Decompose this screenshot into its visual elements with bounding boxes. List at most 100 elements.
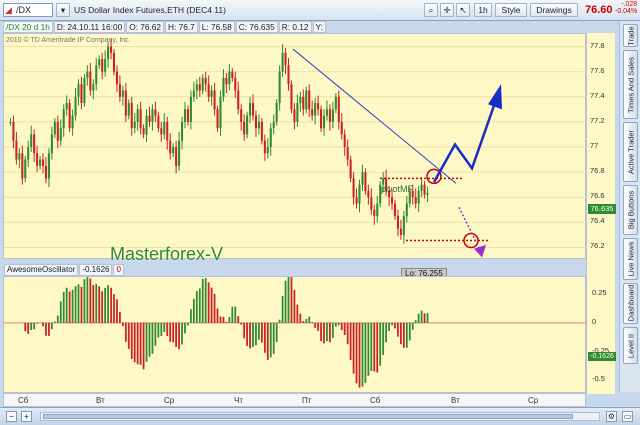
last-price: 76.60 [585,4,613,16]
info-extra: Y: [312,21,326,33]
price-axis-label: 76.6 [590,191,605,201]
symbol-input[interactable]: ◢ /DX [3,3,53,17]
candle-body [328,109,331,122]
candle-body [373,209,376,217]
sidebar-tab-label: Level II [626,333,635,358]
candle-body [145,115,148,135]
time-axis-label: Сб [18,396,29,405]
time-axis-label: Ср [528,396,539,405]
time-axis[interactable]: Сб Вт Ср Чт Пт Сб Вт Ср [3,393,586,407]
candle-body [175,147,178,166]
price-change: -.028 -0.04% [615,1,637,15]
candle-body [65,103,68,110]
drawings-button[interactable]: Drawings [530,3,578,17]
candle-body [74,96,77,116]
drawings-label: Drawings [536,5,572,15]
sidebar-tab-label: Big Buttons [626,190,635,230]
candle-body [127,103,130,116]
info-high: H: 76.7 [165,21,198,33]
oscillator-svg [4,277,587,388]
candle-body [50,134,53,154]
candle-body [228,71,231,85]
scrollbar-thumb[interactable] [43,414,573,419]
candle-body [287,65,290,85]
candle-body [222,77,225,97]
symbol-link-icon[interactable]: ◢ [5,4,12,16]
candle-body [367,190,370,198]
copyright-text: 2010 © TD Ameritrade IP Company, Inc. [6,37,131,44]
zoom-icon[interactable]: ⌕ [424,3,438,17]
oscillator-name[interactable]: AwesomeOscillator [4,264,79,276]
symbol-dropdown-button[interactable]: ▾ [56,3,70,17]
candle-body [269,128,272,147]
candle-body [115,71,118,85]
candle-body [192,90,195,97]
sidebar-tab-times-and-sales[interactable]: Times And Sales [623,50,638,119]
candle-body [402,216,405,235]
candle-body [296,103,299,122]
price-axis-label: 76.8 [590,166,605,176]
expand-icon[interactable]: ▭ [622,411,633,422]
candle-body [204,77,207,85]
candle-body [266,147,269,154]
candlestick-svg [4,39,587,258]
change-percent: -0.04% [615,8,638,15]
zoom-out-icon[interactable]: − [6,411,17,422]
sidebar-tab-label: Active Trader [626,129,635,174]
candle-body [399,228,402,235]
interval-button[interactable]: 1h [474,3,492,17]
candle-body [130,103,133,129]
oscillator-header: AwesomeOscillator -0.1626 0 [4,264,125,276]
settings-icon[interactable]: ⚙ [606,411,617,422]
sidebar-tab-big-buttons[interactable]: Big Buttons [623,184,638,236]
chart-title: /DX 20 d 1h [3,21,53,33]
watermark-text: Masterforex-V [110,244,224,264]
candle-body [355,197,358,204]
candle-body [56,121,59,141]
candle-body [136,109,139,122]
candle-body [21,153,24,179]
candle-body [337,96,340,122]
time-axis-label: Чт [234,396,243,405]
candle-body [178,140,181,166]
horizontal-scrollbar[interactable] [40,412,600,421]
candle-body [234,77,237,91]
zoom-in-icon[interactable]: + [21,411,32,422]
trendline [292,48,457,184]
candle-body [18,153,21,160]
candle-body [30,134,33,147]
candle-body [180,121,184,141]
candle-body [36,153,39,166]
oscillator-axis-label: 0 [592,316,597,326]
sidebar-tab-trade[interactable]: Trade [623,24,638,47]
candle-body [278,71,281,104]
style-button[interactable]: Style [495,3,527,17]
candle-body [426,192,429,195]
main-toolbar: ◢ /DX ▾ US Dollar Index Futures,ETH (DEC… [0,0,640,21]
crosshair-icon[interactable]: ✛ [440,3,454,17]
cursor-icon[interactable]: ↖ [456,3,470,17]
oscillator-zero: 0 [113,264,124,276]
time-axis-label: Пт [302,396,312,405]
candle-body [343,134,346,147]
oscillator-pane[interactable] [3,276,587,393]
sidebar-tab-dashboard[interactable]: Dashboard [623,282,638,325]
purple-arrowhead [474,244,486,258]
candle-body [231,71,234,78]
sidebar-tab-live-news[interactable]: Live News [623,238,638,280]
sidebar-tab-active-trader[interactable]: Active Trader [623,122,638,182]
symbol-description: US Dollar Index Futures,ETH (DEC4 11) [74,5,226,15]
sidebar-tab-level-ii[interactable]: Level II [623,327,638,364]
candle-body [183,109,187,122]
bottom-bar: − + ⚙ ▭ [0,407,640,425]
candle-body [243,121,246,135]
candle-body [358,184,361,204]
candle-body [24,159,27,179]
price-axis-label: 77.2 [590,115,605,125]
candle-body [249,103,252,116]
info-date: D: 24.10.11 16:00 [53,21,126,33]
candle-body [420,184,423,191]
candle-body [225,77,228,85]
price-chart[interactable] [3,33,587,259]
candle-body [59,128,62,141]
